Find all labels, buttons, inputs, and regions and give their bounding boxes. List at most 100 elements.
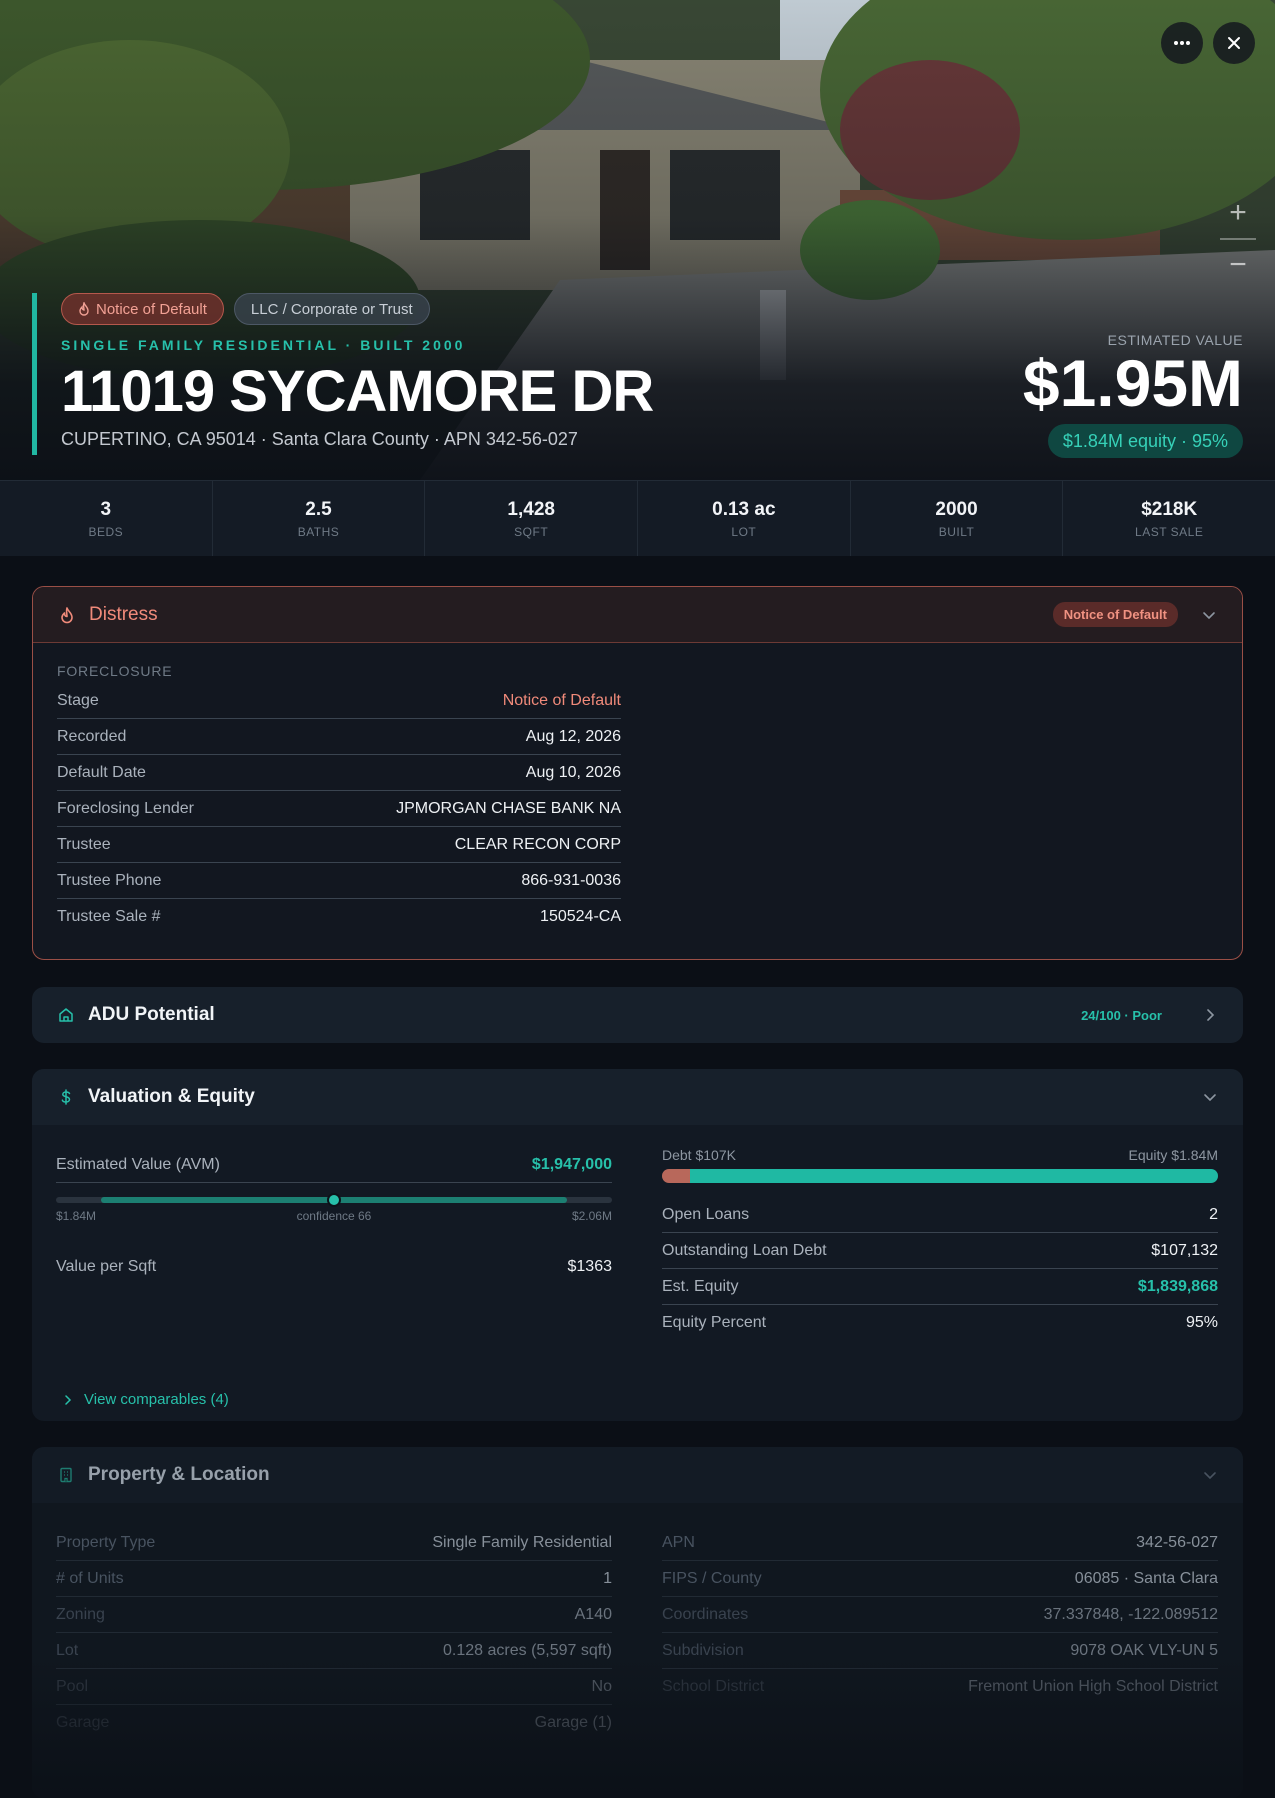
- kv-row-per-sqft: Value per Sqft $1363: [56, 1249, 612, 1285]
- kv-value: Aug 12, 2026: [525, 727, 621, 745]
- adu-potential-card[interactable]: ADU Potential 24/100 · Poor: [32, 987, 1243, 1043]
- stat-value: 0.13 ac: [712, 499, 776, 520]
- chevron-down-icon[interactable]: [1200, 606, 1218, 624]
- kv-key: Open Loans: [662, 1205, 750, 1223]
- kv-key: Equity Percent: [662, 1314, 767, 1331]
- kv-key: Value per Sqft: [56, 1258, 157, 1275]
- kv-row-trustee: Trustee CLEAR RECON CORP: [57, 827, 621, 863]
- kv-value: 1: [603, 1569, 612, 1587]
- kv-key: Est. Equity: [662, 1277, 739, 1295]
- dollar-icon: [56, 1087, 76, 1107]
- view-comparables-label: View comparables (4): [84, 1391, 229, 1408]
- kv-key: APN: [662, 1533, 695, 1551]
- equity-segment: [689, 1169, 1218, 1183]
- kv-key: # of Units: [56, 1569, 124, 1587]
- kv-key: Zoning: [56, 1605, 105, 1623]
- chevron-right-icon: [65, 1394, 72, 1405]
- kv-key: Trustee Sale #: [57, 908, 161, 925]
- kv-value: Fremont Union High School District: [968, 1678, 1218, 1695]
- stat-value: 2.5: [305, 499, 332, 520]
- kv-key: Property Type: [56, 1533, 156, 1551]
- kv-value: 2: [1209, 1205, 1218, 1223]
- owner-type-chip-label: LLC / Corporate or Trust: [250, 300, 413, 318]
- distress-card-header[interactable]: Distress Notice of Default: [33, 587, 1242, 643]
- map-zoom-control: + −: [1217, 188, 1259, 290]
- stat-value: $218K: [1141, 499, 1198, 520]
- kv-key: Default Date: [57, 763, 146, 781]
- kv-key: Recorded: [57, 727, 127, 745]
- property-headline: Notice of Default LLC / Corporate or Tru…: [32, 293, 654, 455]
- kv-row-school-district: School District Fremont Union High School…: [662, 1669, 1218, 1705]
- valuation-card-header[interactable]: Valuation & Equity: [32, 1069, 1243, 1125]
- debt-segment: [662, 1169, 690, 1183]
- kv-value: 06085 · Santa Clara: [1074, 1569, 1218, 1587]
- kv-row-lot: Lot 0.128 acres (5,597 sqft): [56, 1633, 612, 1669]
- kv-value: $1,839,868: [1137, 1277, 1218, 1295]
- kv-row-loan-debt: Outstanding Loan Debt $107,132: [662, 1233, 1218, 1269]
- property-right-column: APN 342-56-027 FIPS / County 06085 · Santa…: [662, 1525, 1218, 1741]
- kv-row-recorded: Recorded Aug 12, 2026: [57, 719, 621, 755]
- chevron-down-icon[interactable]: [1201, 1466, 1219, 1484]
- valuation-body: Estimated Value (AVM) $1,947,000 $1.84M c…: [32, 1125, 1243, 1341]
- property-location-card: Property & Location Property Type Single …: [32, 1447, 1243, 1798]
- distress-status-badge: Notice of Default: [1052, 602, 1178, 627]
- range-low: $1.84M: [56, 1209, 97, 1223]
- stat-lot: 0.13 ac LOT: [638, 481, 851, 556]
- more-options-button[interactable]: [1161, 22, 1203, 64]
- adu-card-header[interactable]: ADU Potential 24/100 · Poor: [32, 987, 1243, 1043]
- kv-key: School District: [662, 1678, 765, 1695]
- kv-value: JPMORGAN CHASE BANK NA: [396, 799, 621, 817]
- foreclosure-details: FORECLOSURE Stage Notice of Default Recor…: [33, 643, 645, 935]
- kv-value: $1363: [567, 1258, 613, 1275]
- kv-value: 0.128 acres (5,597 sqft): [443, 1641, 612, 1659]
- stat-label: LOT: [731, 525, 757, 539]
- stat-baths: 2.5 BATHS: [213, 481, 426, 556]
- stat-label: SQFT: [514, 525, 549, 539]
- kv-value: CLEAR RECON CORP: [454, 835, 621, 853]
- kv-key: FIPS / County: [662, 1569, 762, 1587]
- kv-value: Notice of Default: [502, 691, 621, 709]
- chevron-right-icon[interactable]: [1201, 1006, 1219, 1024]
- kv-row-subdivision: Subdivision 9078 OAK VLY-UN 5: [662, 1633, 1218, 1669]
- more-horizontal-icon: [1174, 41, 1190, 45]
- kv-row-coordinates: Coordinates 37.337848, -122.089512: [662, 1597, 1218, 1633]
- stat-label: BUILT: [938, 525, 975, 539]
- kv-row-trustee-phone: Trustee Phone 866-931-0036: [57, 863, 621, 899]
- kv-row-zoning: Zoning A140: [56, 1597, 612, 1633]
- building-icon: [56, 1465, 76, 1485]
- avm-confidence-range: [56, 1193, 612, 1207]
- kv-value: 9078 OAK VLY-UN 5: [1070, 1641, 1218, 1659]
- kv-value: $1,947,000: [531, 1155, 612, 1173]
- stat-label: BEDS: [88, 525, 124, 539]
- estimated-value: $1.95M: [1022, 346, 1243, 420]
- kv-row-default-date: Default Date Aug 10, 2026: [57, 755, 621, 791]
- foreclosure-section-label: FORECLOSURE: [57, 663, 173, 679]
- stat-label: LAST SALE: [1135, 525, 1204, 539]
- property-location-line: CUPERTINO, CA 95014 · Santa Clara County…: [61, 429, 578, 449]
- stat-label: BATHS: [297, 525, 340, 539]
- kv-row-property-type: Property Type Single Family Residential: [56, 1525, 612, 1561]
- avm-point-marker: [327, 1193, 341, 1207]
- chevron-down-icon[interactable]: [1201, 1088, 1219, 1106]
- kv-key: Trustee: [57, 835, 111, 853]
- kv-row-units: # of Units 1: [56, 1561, 612, 1597]
- property-card-header[interactable]: Property & Location: [32, 1447, 1243, 1503]
- confidence-score: confidence 66: [296, 1209, 372, 1223]
- kv-value: No: [591, 1677, 612, 1695]
- owner-type-chip[interactable]: LLC / Corporate or Trust: [233, 293, 430, 325]
- close-button[interactable]: [1213, 22, 1255, 64]
- stat-value: 3: [100, 499, 112, 520]
- debt-equity-column: Debt $107K Equity $1.84M Open Loans 2 Out…: [662, 1147, 1218, 1341]
- kv-row-apn: APN 342-56-027: [662, 1525, 1218, 1561]
- zoom-out-button[interactable]: −: [1217, 240, 1259, 290]
- kv-row-open-loans: Open Loans 2: [662, 1197, 1218, 1233]
- view-comparables-link[interactable]: View comparables (4): [56, 1391, 229, 1408]
- kv-value[interactable]: 866-931-0036: [521, 872, 621, 890]
- distress-chip[interactable]: Notice of Default: [61, 293, 224, 325]
- property-left-column: Property Type Single Family Residential #…: [56, 1525, 612, 1741]
- property-type-eyebrow: SINGLE FAMILY RESIDENTIAL · BUILT 2000: [61, 337, 466, 353]
- zoom-in-button[interactable]: +: [1217, 188, 1259, 238]
- kv-row-garage: Garage Garage (1): [56, 1705, 612, 1741]
- kv-key: Coordinates: [662, 1605, 749, 1623]
- debt-equity-bar: [662, 1169, 1218, 1183]
